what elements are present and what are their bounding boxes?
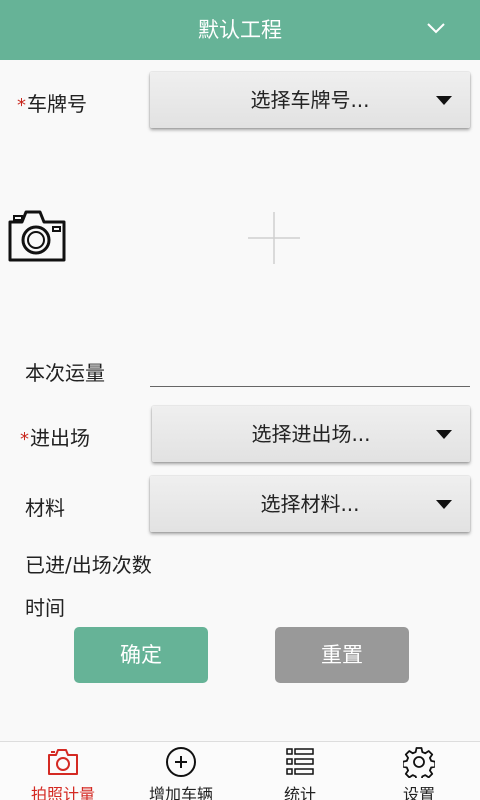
quantity-input[interactable] [150,352,470,386]
reset-button[interactable]: 重置 [275,627,409,683]
nav-item-settings[interactable]: 设置 [359,742,479,800]
chevron-down-icon[interactable] [426,20,446,36]
nav-label: 拍照计量 [30,785,95,800]
plus-circle-icon [166,747,196,777]
nav-label: 增加车辆 [148,785,213,800]
direction-label-text: 进出场 [30,426,90,450]
caret-down-icon [436,430,452,439]
direction-label: *进出场 [20,422,90,451]
caret-down-icon [436,500,452,509]
nav-item-add-vehicle[interactable]: 增加车辆 [121,742,241,800]
confirm-button[interactable]: 确定 [74,627,208,683]
caret-down-icon [436,96,452,105]
nav-item-photo-metering[interactable]: 拍照计量 [3,742,123,800]
material-select-value: 选择材料... [260,492,360,516]
gear-icon [403,747,435,778]
camera-icon[interactable] [6,208,68,264]
plate-label-text: 车牌号 [27,92,87,116]
project-title[interactable]: 默认工程 [0,0,480,60]
plus-icon[interactable] [246,210,302,266]
entry-count-label: 已进/出场次数 [25,553,152,577]
plate-label: *车牌号 [17,88,87,117]
camera-icon [48,749,78,775]
list-icon [286,748,314,775]
nav-item-statistics[interactable]: 统计 [240,742,360,800]
time-label: 时间 [25,596,65,620]
app-header: 默认工程 [0,0,480,60]
quantity-underline [150,386,470,387]
required-mark: * [17,95,26,116]
nav-label: 统计 [283,785,316,800]
plate-select-value: 选择车牌号... [250,88,370,112]
required-mark: * [20,429,29,450]
direction-select[interactable]: 选择进出场... [152,406,470,462]
bottom-nav: 拍照计量 增加车辆 统计 设置 [0,741,480,800]
material-label: 材料 [25,496,65,520]
direction-select-value: 选择进出场... [251,422,371,446]
quantity-label: 本次运量 [25,361,105,385]
plate-select[interactable]: 选择车牌号... [150,72,470,128]
material-select[interactable]: 选择材料... [150,476,470,532]
nav-label: 设置 [402,785,435,800]
